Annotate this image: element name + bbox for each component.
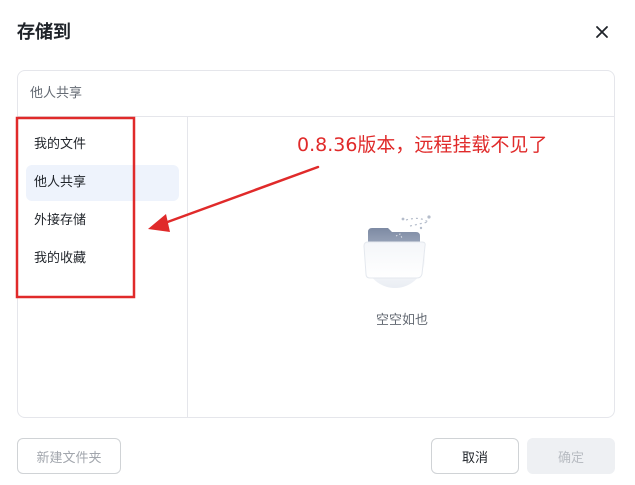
- breadcrumb: 他人共享: [18, 71, 614, 117]
- sidebar-item-label: 我的收藏: [34, 251, 87, 266]
- sidebar-item-shared-with-me[interactable]: 他人共享: [26, 165, 179, 201]
- sidebar-item-favorites[interactable]: 我的收藏: [26, 241, 179, 277]
- annotation-text: 0.8.36版本，远程挂载不见了: [297, 134, 548, 156]
- save-to-dialog: 存储到 他人共享 我的文件 他人共享 外接存储 我的收藏 空空如也 0.8.36…: [0, 0, 635, 485]
- cancel-button[interactable]: 取消: [431, 438, 519, 474]
- new-folder-button[interactable]: 新建文件夹: [17, 438, 121, 474]
- sidebar-item-my-files[interactable]: 我的文件: [26, 127, 179, 163]
- sidebar: 我的文件 他人共享 外接存储 我的收藏: [18, 117, 188, 417]
- close-icon: [596, 26, 608, 38]
- empty-state-text: 空空如也: [375, 313, 428, 328]
- browser-panel: 他人共享 我的文件 他人共享 外接存储 我的收藏 空空如也: [17, 70, 615, 418]
- file-list-area: 空空如也: [189, 117, 614, 417]
- sidebar-item-label: 外接存储: [34, 213, 87, 228]
- close-button[interactable]: [590, 20, 614, 44]
- dialog-title: 存储到: [17, 22, 71, 43]
- confirm-button[interactable]: 确定: [527, 438, 615, 474]
- empty-folder-icon: [363, 215, 431, 288]
- breadcrumb-current: 他人共享: [30, 86, 83, 101]
- sidebar-item-label: 我的文件: [34, 137, 87, 152]
- sidebar-item-external-storage[interactable]: 外接存储: [26, 203, 179, 239]
- sidebar-item-label: 他人共享: [34, 175, 87, 190]
